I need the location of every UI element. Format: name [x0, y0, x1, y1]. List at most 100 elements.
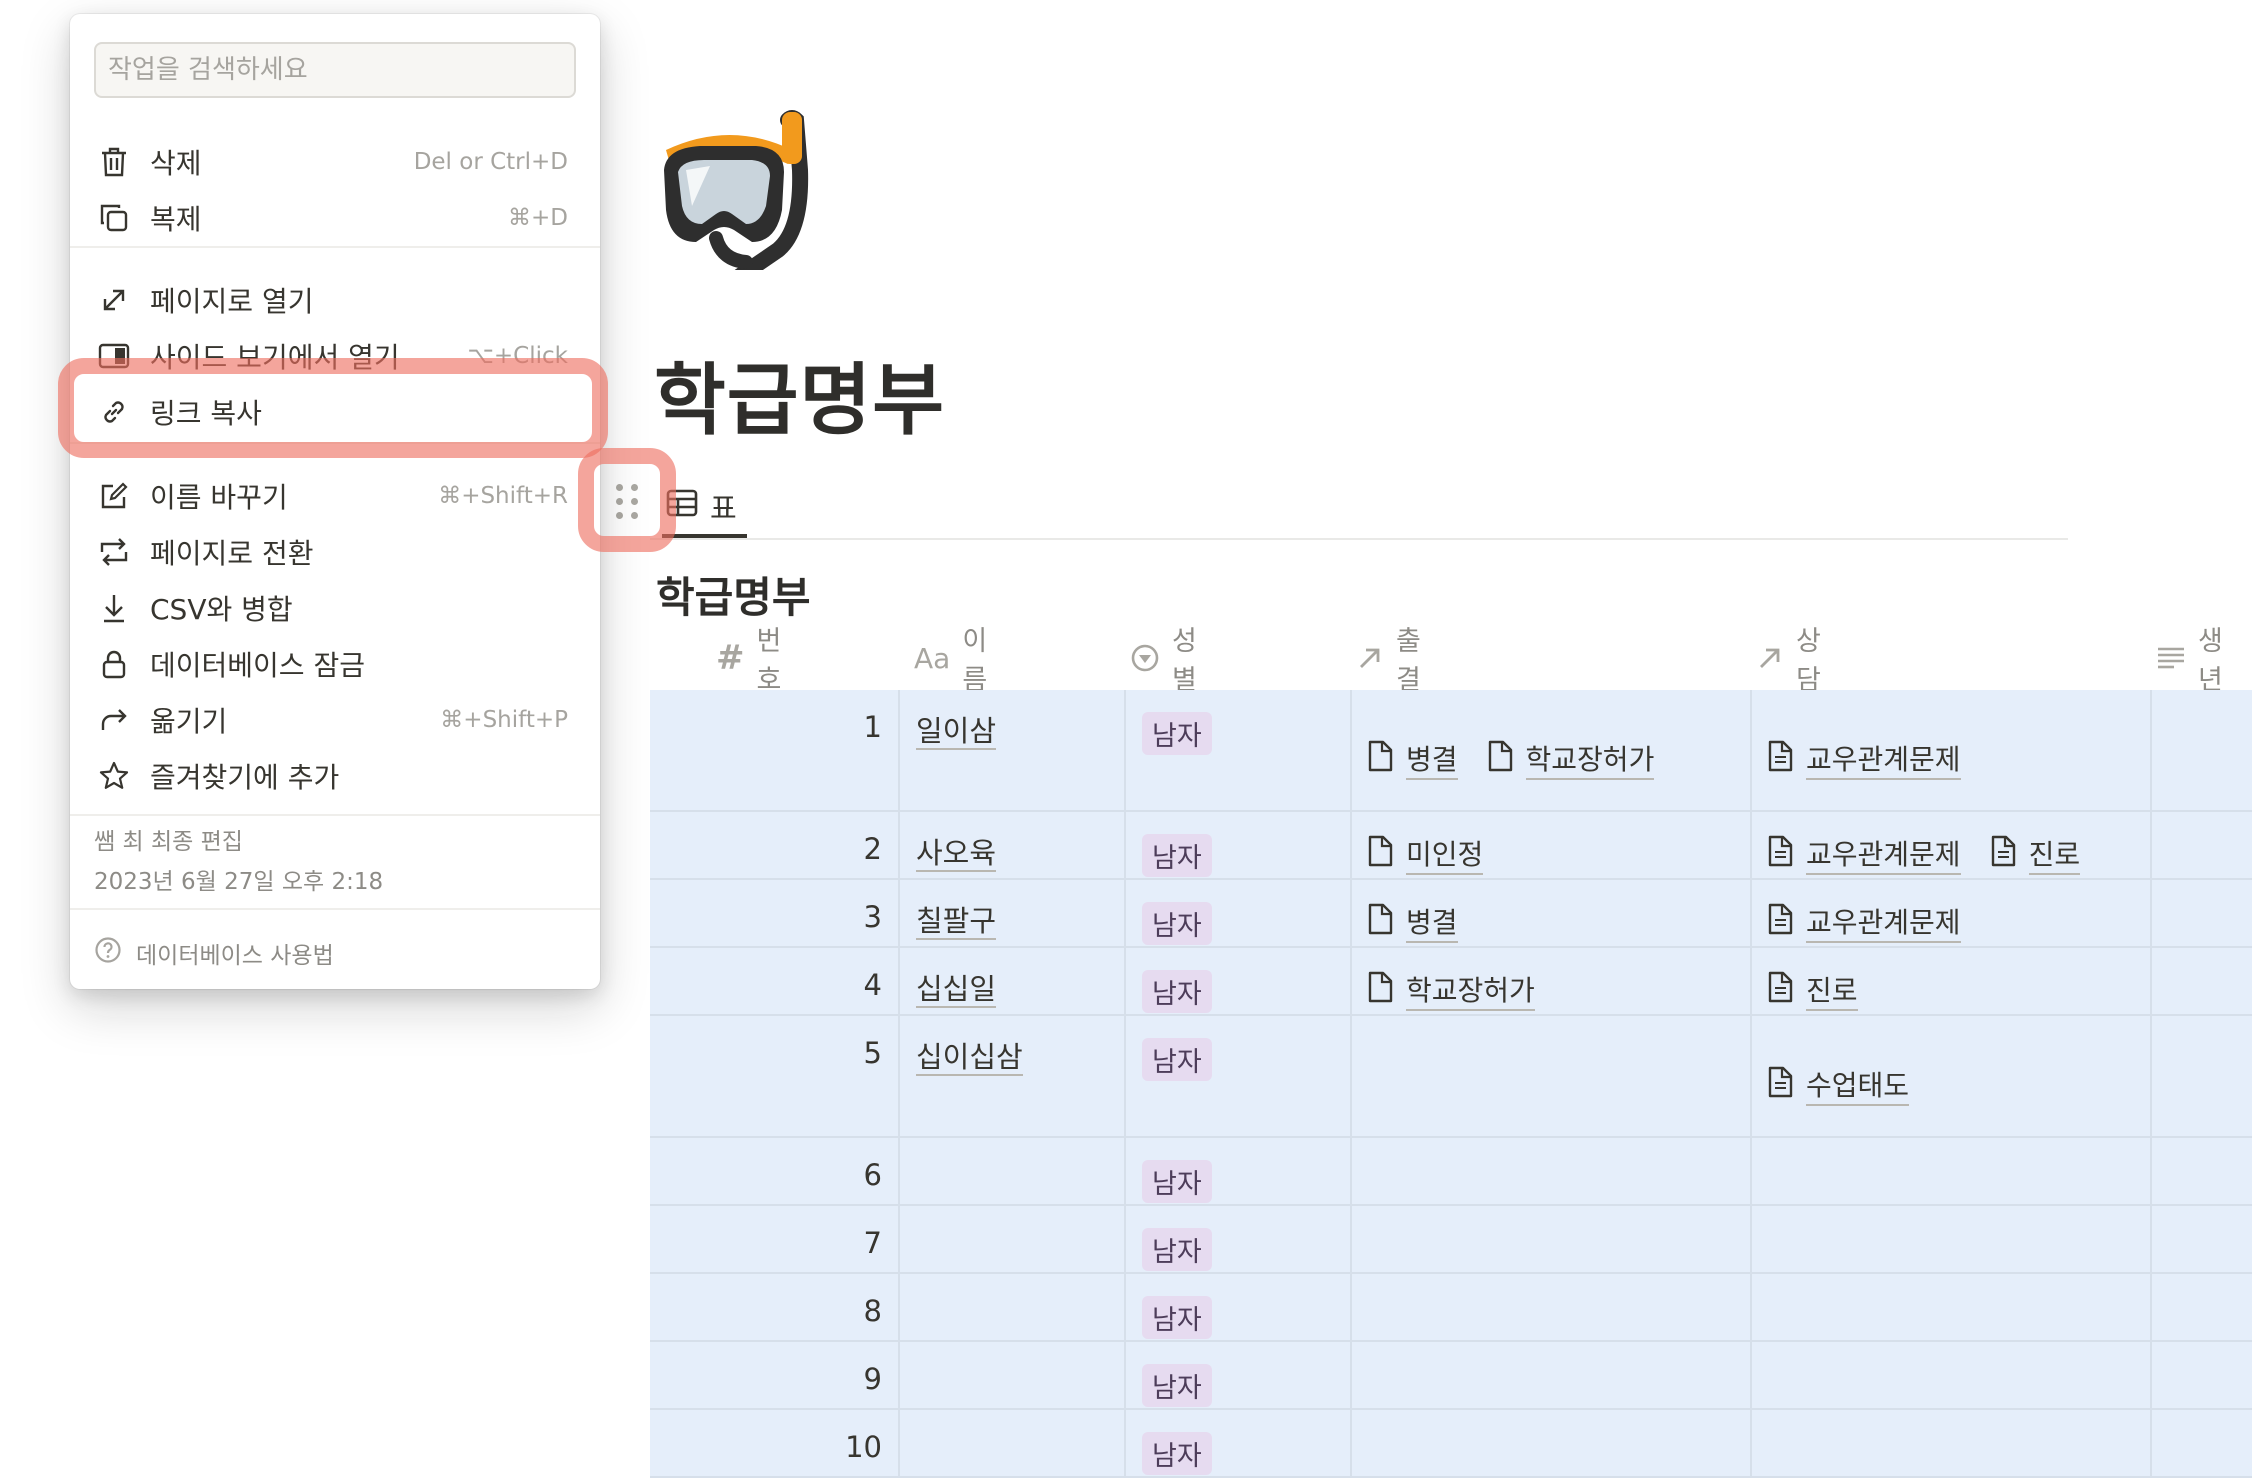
cell-number[interactable]: 7: [650, 1206, 900, 1272]
relation-page-link[interactable]: 학교장허가: [1366, 966, 1535, 1014]
name-link[interactable]: 일이삼: [916, 714, 997, 750]
relation-page-link[interactable]: 교우관계문제: [1766, 898, 1961, 946]
cell-number[interactable]: 1: [650, 690, 900, 810]
cell-birth[interactable]: [2152, 1016, 2252, 1136]
table-row[interactable]: 6 남자: [650, 1138, 2252, 1206]
cell-birth[interactable]: [2152, 1206, 2252, 1272]
page-icon-snorkel-mask[interactable]: [660, 110, 820, 284]
column-header-counsel[interactable]: 상담: [1756, 626, 1821, 696]
name-link[interactable]: 칠팔구: [916, 904, 997, 940]
page-title[interactable]: 학급명부: [654, 338, 945, 450]
menu-search-input[interactable]: [94, 42, 576, 98]
menu-item-open-side-peek[interactable]: 사이드 보기에서 열기 ⌥+Click: [84, 330, 586, 382]
menu-item-add-favorite[interactable]: 즐겨찾기에 추가: [84, 750, 586, 802]
table-row[interactable]: 4 십십일 남자 학교장허가 진로: [650, 948, 2252, 1016]
cell-counsel[interactable]: 교우관계문제: [1752, 880, 2152, 946]
drag-handle-icon[interactable]: [612, 482, 644, 522]
relation-page-link[interactable]: 병결: [1366, 898, 1458, 946]
menu-item-delete[interactable]: 삭제 Del or Ctrl+D: [84, 136, 586, 188]
menu-item-copy-link[interactable]: 링크 복사: [84, 386, 586, 438]
cell-counsel[interactable]: 교우관계문제 진로: [1752, 812, 2152, 878]
name-link[interactable]: 십십일: [916, 972, 997, 1008]
cell-gender[interactable]: 남자: [1126, 1138, 1352, 1204]
column-header-name[interactable]: Aa 이름: [914, 626, 987, 696]
cell-name[interactable]: 일이삼: [900, 690, 1126, 810]
cell-gender[interactable]: 남자: [1126, 690, 1352, 810]
cell-attendance[interactable]: [1352, 1206, 1752, 1272]
column-header-attendance[interactable]: 출결: [1356, 626, 1421, 696]
menu-item-merge-csv[interactable]: CSV와 병합: [84, 582, 586, 634]
relation-page-link[interactable]: 수업태도: [1766, 1034, 1910, 1136]
cell-attendance[interactable]: [1352, 1342, 1752, 1408]
cell-number[interactable]: 10: [650, 1410, 900, 1476]
cell-gender[interactable]: 남자: [1126, 1016, 1352, 1136]
cell-birth[interactable]: [2152, 1274, 2252, 1340]
name-link[interactable]: 사오육: [916, 836, 997, 872]
cell-number[interactable]: 2: [650, 812, 900, 878]
cell-birth[interactable]: [2152, 1342, 2252, 1408]
cell-name[interactable]: [900, 1410, 1126, 1476]
cell-attendance[interactable]: [1352, 1138, 1752, 1204]
table-row[interactable]: 2 사오육 남자 미인정 교우관계문제 진로: [650, 812, 2252, 880]
menu-item-convert-to-page[interactable]: 페이지로 전환: [84, 526, 586, 578]
table-row[interactable]: 1 일이삼 남자 병결 학교장허가 교우관계문제: [650, 690, 2252, 812]
relation-page-link[interactable]: 교우관계문제: [1766, 708, 1961, 810]
cell-gender[interactable]: 남자: [1126, 1410, 1352, 1476]
cell-counsel[interactable]: [1752, 1410, 2152, 1476]
tab-table-view[interactable]: 표: [662, 478, 747, 538]
menu-item-lock-database[interactable]: 데이터베이스 잠금: [84, 638, 586, 690]
cell-name[interactable]: 십십일: [900, 948, 1126, 1014]
cell-attendance[interactable]: [1352, 1016, 1752, 1136]
cell-counsel[interactable]: [1752, 1342, 2152, 1408]
cell-attendance[interactable]: 병결: [1352, 880, 1752, 946]
cell-attendance[interactable]: [1352, 1274, 1752, 1340]
cell-name[interactable]: [900, 1342, 1126, 1408]
cell-gender[interactable]: 남자: [1126, 1274, 1352, 1340]
relation-page-link[interactable]: 미인정: [1366, 830, 1484, 878]
cell-number[interactable]: 3: [650, 880, 900, 946]
cell-name[interactable]: 칠팔구: [900, 880, 1126, 946]
cell-birth[interactable]: [2152, 880, 2252, 946]
cell-gender[interactable]: 남자: [1126, 1342, 1352, 1408]
column-header-gender[interactable]: 성별: [1130, 626, 1197, 696]
cell-number[interactable]: 4: [650, 948, 900, 1014]
cell-number[interactable]: 9: [650, 1342, 900, 1408]
table-row[interactable]: 9 남자: [650, 1342, 2252, 1410]
cell-birth[interactable]: [2152, 690, 2252, 810]
cell-number[interactable]: 5: [650, 1016, 900, 1136]
menu-item-move[interactable]: 옮기기 ⌘+Shift+P: [84, 694, 586, 746]
cell-attendance[interactable]: [1352, 1410, 1752, 1476]
name-link[interactable]: 십이십삼: [916, 1040, 1023, 1076]
table-row[interactable]: 7 남자: [650, 1206, 2252, 1274]
relation-page-link[interactable]: 병결: [1366, 708, 1458, 810]
cell-counsel[interactable]: [1752, 1138, 2152, 1204]
cell-counsel[interactable]: 진로: [1752, 948, 2152, 1014]
cell-attendance[interactable]: 병결 학교장허가: [1352, 690, 1752, 810]
table-row[interactable]: 10 남자: [650, 1410, 2252, 1478]
column-header-number[interactable]: # 번호: [716, 626, 781, 696]
database-title[interactable]: 학급명부: [656, 564, 811, 625]
cell-attendance[interactable]: 미인정: [1352, 812, 1752, 878]
cell-gender[interactable]: 남자: [1126, 1206, 1352, 1272]
cell-name[interactable]: 사오육: [900, 812, 1126, 878]
table-row[interactable]: 3 칠팔구 남자 병결 교우관계문제: [650, 880, 2252, 948]
cell-number[interactable]: 8: [650, 1274, 900, 1340]
cell-birth[interactable]: [2152, 948, 2252, 1014]
table-row[interactable]: 8 남자: [650, 1274, 2252, 1342]
table-row[interactable]: 5 십이십삼 남자 수업태도: [650, 1016, 2252, 1138]
cell-gender[interactable]: 남자: [1126, 812, 1352, 878]
cell-counsel[interactable]: [1752, 1274, 2152, 1340]
relation-page-link[interactable]: 진로: [1989, 830, 2081, 878]
relation-page-link[interactable]: 학교장허가: [1486, 708, 1655, 810]
cell-name[interactable]: [900, 1274, 1126, 1340]
menu-item-duplicate[interactable]: 복제 ⌘+D: [84, 192, 586, 244]
cell-name[interactable]: [900, 1206, 1126, 1272]
cell-birth[interactable]: [2152, 1138, 2252, 1204]
cell-counsel[interactable]: [1752, 1206, 2152, 1272]
cell-gender[interactable]: 남자: [1126, 948, 1352, 1014]
menu-item-rename[interactable]: 이름 바꾸기 ⌘+Shift+R: [84, 470, 586, 522]
cell-attendance[interactable]: 학교장허가: [1352, 948, 1752, 1014]
cell-name[interactable]: [900, 1138, 1126, 1204]
cell-birth[interactable]: [2152, 812, 2252, 878]
relation-page-link[interactable]: 진로: [1766, 966, 1858, 1014]
